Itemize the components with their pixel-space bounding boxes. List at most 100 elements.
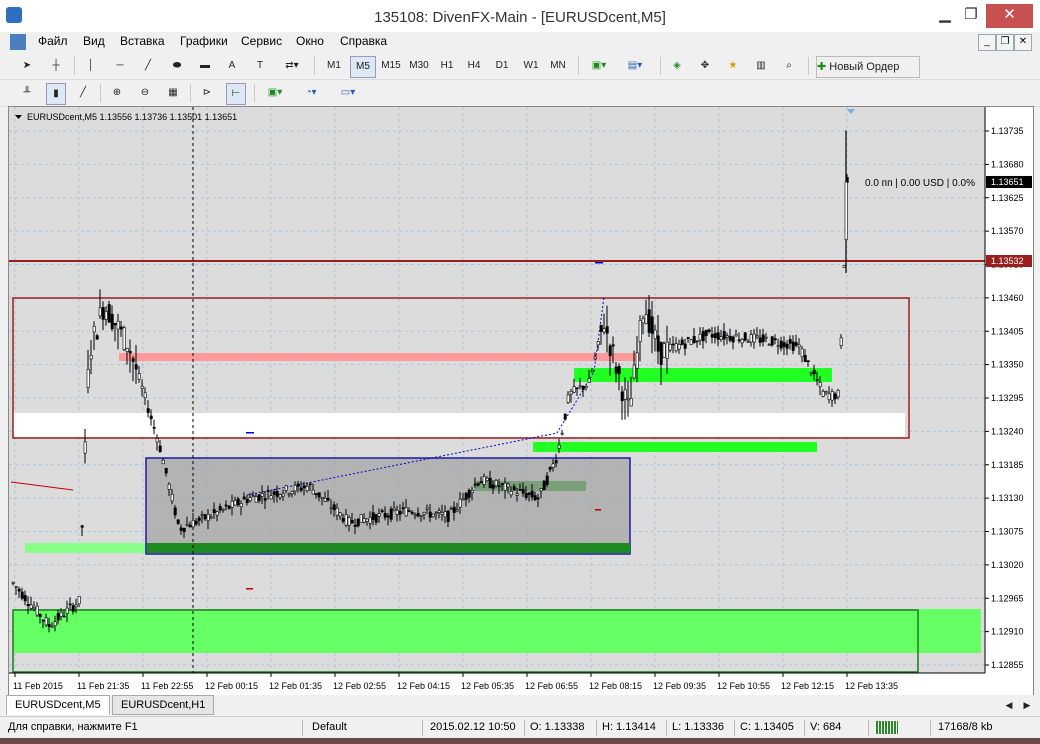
candle-body (92, 325, 96, 333)
arrows-dropdown-icon[interactable]: ⇄▾ (280, 56, 304, 76)
data-window-icon[interactable]: ✥ (696, 56, 714, 76)
candle-body (755, 335, 759, 338)
tf-w1-button[interactable]: W1 (520, 56, 542, 76)
status-traffic: 17168/8 kb (938, 721, 993, 733)
candle-body (668, 344, 672, 351)
candle-body (101, 307, 105, 320)
zoom-out-icon[interactable]: ⊖ (136, 83, 154, 103)
candle-body (158, 445, 162, 452)
taskbar-strip (0, 738, 1040, 744)
candle-body (509, 491, 513, 496)
candle-body (182, 527, 186, 532)
chart-window[interactable]: 1.137351.136801.136251.135701.135151.134… (8, 106, 1034, 696)
menu-insert[interactable]: Вставка (120, 34, 165, 48)
candle-body (341, 517, 345, 522)
tab-eurusd-h1[interactable]: EURUSDcent,H1 (112, 695, 215, 715)
white-zone (13, 413, 905, 437)
chart-shift-icon[interactable]: ⊢ (226, 83, 246, 105)
tabs-scroll-right-icon[interactable]: ▶ (1020, 695, 1034, 715)
tile-windows-icon[interactable]: ▦ (164, 83, 182, 103)
candle-body (653, 329, 657, 339)
candle-body (224, 504, 228, 507)
mdi-minimize-button[interactable]: _ (978, 34, 996, 51)
crosshair-icon[interactable]: ┼ (46, 56, 66, 76)
terminal-icon[interactable]: ▥ (752, 56, 770, 76)
tester-icon[interactable]: ⌕ (780, 56, 798, 76)
candle-body (446, 510, 450, 522)
candle-body (809, 372, 813, 375)
market-watch-icon[interactable]: ◈ (668, 56, 686, 76)
candle-body (647, 309, 651, 333)
candle-chart-icon[interactable]: ▮ (46, 83, 66, 105)
text-tool-icon[interactable]: A (225, 56, 239, 76)
price-chart[interactable]: 1.137351.136801.136251.135701.135151.134… (9, 107, 1033, 695)
candle-body (560, 432, 564, 435)
candle-body (497, 485, 501, 488)
vertical-line-icon[interactable]: │ (84, 56, 98, 76)
time-label: 11 Feb 21:35 (77, 681, 129, 691)
candle-body (470, 490, 474, 493)
menu-help[interactable]: Справка (340, 34, 387, 48)
menu-file[interactable]: Файл (38, 34, 68, 48)
mdi-restore-button[interactable]: ❐ (996, 34, 1014, 51)
candle-body (47, 624, 51, 627)
candle-body (614, 366, 618, 374)
autoscroll-icon[interactable]: ⊳ (198, 83, 216, 103)
zoom-in-icon[interactable]: ⊕ (108, 83, 126, 103)
navigator-icon[interactable]: ★ (724, 56, 742, 76)
candle-body (392, 507, 396, 511)
templates-icon[interactable]: ▭▾ (334, 83, 362, 103)
profiles-icon[interactable]: ▤▾ (622, 56, 648, 76)
price-label: 1.13735 (991, 126, 1024, 136)
candle-body (419, 515, 423, 518)
tf-mn-button[interactable]: MN (546, 56, 570, 76)
candle-body (767, 344, 771, 346)
menu-charts[interactable]: Графики (180, 34, 228, 48)
close-button[interactable]: ✕ (986, 4, 1033, 28)
ellipse-icon[interactable]: ⬬ (166, 56, 188, 76)
candle-body (698, 333, 702, 341)
candle-body (416, 513, 420, 517)
candle-body (74, 604, 78, 608)
maximize-button[interactable]: ❐ (956, 4, 986, 28)
menu-tools[interactable]: Сервис (241, 34, 282, 48)
cursor-icon[interactable]: ➤ (18, 56, 36, 76)
candle-body (215, 511, 219, 516)
text-label-icon[interactable]: T (252, 56, 268, 76)
tabs-scroll-left-icon[interactable]: ◀ (1002, 695, 1016, 715)
blue-box (145, 457, 631, 555)
tf-h1-button[interactable]: H1 (436, 56, 458, 76)
tab-eurusd-m5[interactable]: EURUSDcent,M5 (6, 695, 110, 715)
horizontal-line-icon[interactable]: ─ (110, 56, 130, 76)
tf-m15-button[interactable]: M15 (378, 56, 404, 76)
candle-body (545, 475, 549, 485)
price-label: 1.13350 (991, 360, 1024, 370)
new-chart-icon[interactable]: ▣▾ (586, 56, 612, 76)
tf-m30-button[interactable]: M30 (406, 56, 432, 76)
tf-m1-button[interactable]: M1 (322, 56, 346, 76)
periods-icon[interactable]: ◔▾ (298, 83, 324, 103)
bar-chart-icon[interactable]: ╨ (18, 83, 36, 103)
candle-body (725, 335, 729, 338)
candle-body (122, 327, 126, 350)
menu-view[interactable]: Вид (83, 34, 105, 48)
indicators-icon[interactable]: ▣▾ (262, 83, 288, 103)
candle-body (812, 369, 816, 375)
new-order-button[interactable]: ✚ Новый Ордер (816, 56, 920, 78)
candle-body (452, 506, 456, 513)
tf-m5-button[interactable]: M5 (350, 56, 376, 78)
candle-body (833, 393, 837, 400)
candle-body (830, 391, 834, 401)
trendline-icon[interactable]: ╱ (138, 56, 158, 76)
toolbar-chart: ╨ ▮ ╱ ⊕ ⊖ ▦ ⊳ ⊢ ▣▾ ◔▾ ▭▾ (0, 80, 1040, 107)
candle-body (107, 304, 111, 323)
candle-body (563, 413, 567, 420)
mdi-close-button[interactable]: ✕ (1014, 34, 1032, 51)
candle-body (137, 373, 141, 380)
candle-body (557, 444, 561, 449)
tf-h4-button[interactable]: H4 (463, 56, 485, 76)
menu-window[interactable]: Окно (296, 34, 324, 48)
rectangle-icon[interactable]: ▬ (194, 56, 216, 76)
tf-d1-button[interactable]: D1 (491, 56, 513, 76)
line-chart-icon[interactable]: ╱ (74, 83, 92, 103)
